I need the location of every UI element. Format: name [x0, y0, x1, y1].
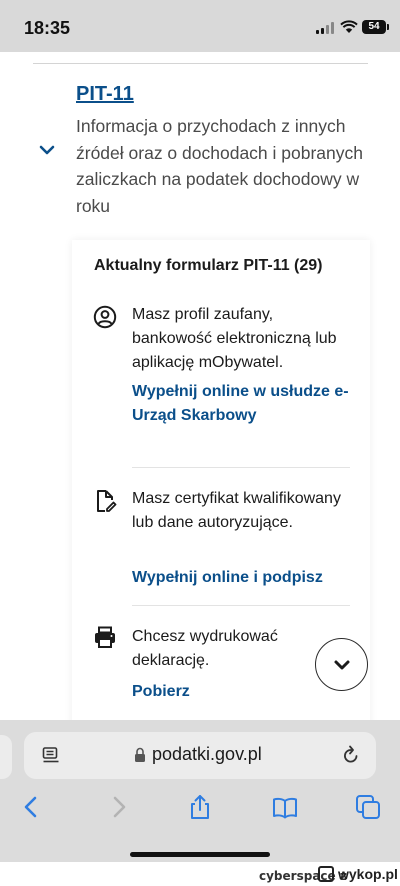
status-time: 18:35 [24, 18, 71, 38]
form-description: Informacja o przychodach z innych źródeł… [76, 116, 363, 216]
option-certificate-text: Masz certyfikat kwalifikowany lub dane a… [132, 490, 341, 531]
section-divider [33, 63, 368, 64]
option-divider [132, 467, 350, 468]
wykop-logo-icon [318, 866, 334, 882]
user-profile-icon [93, 305, 117, 329]
download-link[interactable]: Pobierz [132, 680, 352, 704]
battery-icon: 54 [362, 20, 389, 34]
card-title: Aktualny formularz PIT-11 (29) [94, 257, 323, 274]
fill-online-eus-link[interactable]: Wypełnij online w usłudze e-Urząd Skarbo… [132, 380, 352, 428]
tabs-icon[interactable] [354, 793, 382, 821]
option-divider [132, 605, 350, 606]
reader-mode-icon[interactable] [42, 747, 60, 763]
printer-icon [95, 626, 115, 648]
previous-tab-peek[interactable] [0, 735, 12, 779]
cellular-signal-icon [316, 22, 334, 34]
lock-icon [135, 747, 145, 762]
wifi-icon [340, 20, 358, 33]
chevron-down-icon [334, 660, 350, 670]
url-text: podatki.gov.pl [152, 744, 262, 764]
chevron-down-icon[interactable] [38, 143, 56, 157]
reload-icon[interactable] [342, 745, 360, 765]
document-sign-icon [97, 490, 117, 512]
status-bar: 18:35 54 [0, 0, 400, 52]
option-profile-text: Masz profil zaufany, bankowość elektroni… [132, 306, 337, 371]
share-icon[interactable] [186, 793, 214, 821]
bookmarks-icon[interactable] [271, 793, 299, 821]
forward-icon[interactable] [104, 793, 132, 821]
pit-11-link[interactable]: PIT-11 [76, 83, 134, 106]
fill-online-sign-link[interactable]: Wypełnij online i podpisz [132, 566, 352, 590]
footer-site-name: wykop.pl [338, 866, 398, 882]
back-icon[interactable] [18, 793, 46, 821]
scroll-down-button[interactable] [315, 638, 368, 691]
home-indicator [130, 852, 270, 857]
